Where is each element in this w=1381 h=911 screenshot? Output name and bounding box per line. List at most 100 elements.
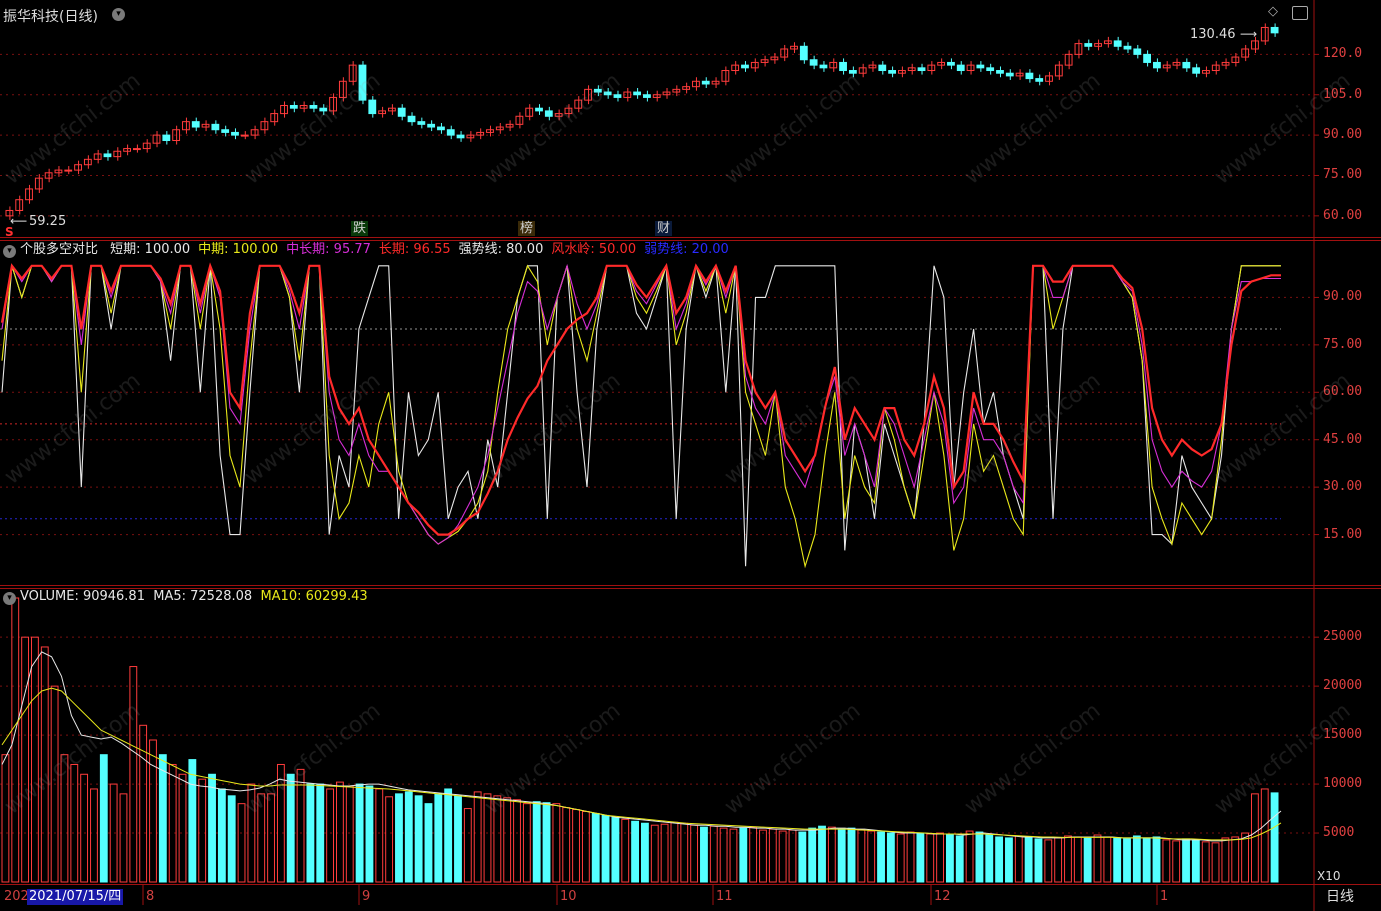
volume-header: ▾ VOLUME: 90946.81 MA5: 72528.08 MA10: 60… [3,589,368,605]
volume-bar [611,816,620,883]
volume-bar [808,827,817,883]
period-tab[interactable]: 日线 [1326,889,1354,905]
volume-bar [217,788,226,883]
indicator-tick-label: 75.00 [1323,336,1363,352]
candle-body [839,61,847,72]
volume-bar [522,803,531,883]
volume-bar [650,824,659,883]
candle-body [368,99,377,115]
volume-bar [1073,836,1082,883]
candle-body [809,59,818,66]
volume-ma5: MA5: 72528.08 [153,589,253,604]
volume-bar [1024,836,1033,883]
volume-bar [847,827,856,883]
volume-bar [1132,835,1141,883]
candle-body [191,121,200,128]
volume-tick-label: 10000 [1323,776,1363,792]
volume-bar [1014,835,1023,883]
volume-bar [463,808,472,883]
candle-body [917,67,926,72]
candle-body [231,131,239,136]
candle-body [270,113,279,123]
chevron-down-icon[interactable]: ▾ [3,592,16,605]
candle-body [397,107,406,117]
window-toggle-icon[interactable] [1292,6,1308,20]
candle-body [878,64,887,72]
month-tick-label: 1 [1160,889,1169,904]
month-tick-label: 8 [146,889,155,904]
event-badge-bang[interactable]: 榜 [518,221,536,236]
price-tick-label: 60.00 [1323,207,1363,223]
candle-body [515,115,524,125]
indicator-legend-item: 短期: 100.00 [110,242,191,257]
volume-bar [1064,835,1072,883]
indicator-tick-label: 15.00 [1323,526,1363,542]
volume-bar [1103,836,1112,883]
volume-bar [1,754,10,883]
volume-bar [906,831,915,883]
volume-bar [985,834,994,883]
buy-marker: S [5,225,14,239]
event-badge-die[interactable]: 跌 [351,221,369,236]
arrow-right-icon: ⟶ [1240,27,1258,41]
volume-bar [99,754,108,883]
volume-bar [1123,838,1131,883]
candle-body [133,148,141,151]
volume-bar [365,785,374,883]
candle-body [1133,48,1142,55]
candle-body [1035,78,1044,82]
chevron-down-icon[interactable]: ▾ [3,245,16,258]
candle-body [446,129,455,136]
candle-body [437,126,445,131]
volume-bar [827,826,836,883]
indicator-legend-item: 中期: 100.00 [198,242,279,257]
indicator-header: ▾ 个股多空对比 短期: 100.00 中期: 100.00 中长期: 95.77 长期… [3,242,729,258]
event-badge-cai[interactable]: 财 [655,221,673,236]
indicator-legend-item: 长期: 96.55 [378,242,451,257]
candle-body [240,134,249,137]
candle-body [741,64,749,69]
volume-bar [188,759,197,883]
volume-bar [1142,837,1151,883]
volume-bar [700,826,708,883]
volume-bar [119,793,128,883]
candle-body [701,80,710,85]
volume-value: VOLUME: 90946.81 [20,589,145,604]
volume-bar [1005,837,1013,883]
chevron-down-icon[interactable]: ▾ [112,8,125,21]
volume-bar [818,825,826,883]
candle-body [417,121,426,125]
volume-bar [424,803,433,883]
candle-body [898,70,906,74]
volume-bar [867,830,876,883]
volume-bar [1241,832,1249,883]
volume-bar [719,827,728,883]
volume-bar [680,822,689,883]
volume-bar [385,796,394,883]
volume-bar [513,799,521,883]
candle-body [64,169,73,172]
candle-body [1143,53,1151,63]
volume-bar [1211,842,1220,883]
volume-bar [1113,837,1122,883]
candle-body [986,67,995,72]
volume-bar [877,831,885,883]
volume-bar [690,824,699,883]
candle-body [535,107,543,112]
volume-bar [90,788,98,883]
volume-bar [1162,839,1171,883]
volume-bar [80,773,89,883]
candle-body [1025,72,1034,80]
candle-body [1113,40,1122,47]
volume-bar [778,830,787,883]
volume-bar [886,832,895,883]
volume-bar [601,814,610,883]
candle-body [633,91,642,96]
volume-bar [542,802,551,883]
volume-bar [581,810,590,883]
volume-bar [1083,837,1092,883]
volume-bar [955,835,964,883]
candle-body [309,105,318,109]
volume-bar [1034,838,1043,883]
diamond-icon[interactable]: ◇ [1268,4,1278,20]
